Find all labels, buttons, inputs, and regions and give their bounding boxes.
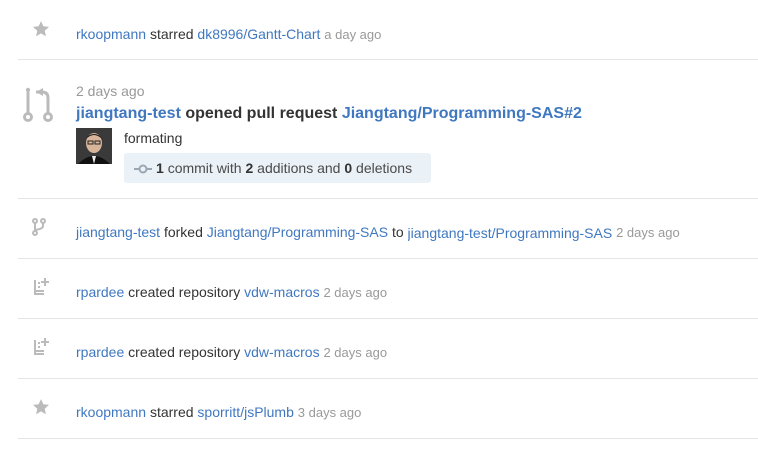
additions-word: additions and	[257, 160, 341, 176]
repo-create-icon	[34, 278, 49, 295]
action-text: created repository	[128, 344, 241, 360]
commit-summary[interactable]: 1 commit with 2 additions and 0 deletion…	[124, 153, 431, 183]
action-text: starred	[149, 404, 194, 420]
commit-count: 1	[156, 160, 164, 176]
star-icon	[33, 21, 49, 37]
feed-item-text: rpardee created repository vdw-macros 2 …	[76, 283, 387, 302]
pull-request-link[interactable]: Jiangtang/Programming-SAS#2	[342, 105, 582, 122]
actor-link[interactable]: rkoopmann	[76, 26, 146, 42]
action-text: created repository	[128, 284, 241, 300]
repo-forked-icon	[32, 218, 46, 236]
star-icon	[33, 399, 49, 415]
actor-link[interactable]: jiangtang-test	[76, 224, 160, 240]
actor-link[interactable]: rkoopmann	[76, 404, 146, 420]
timestamp: 3 days ago	[297, 405, 362, 420]
actor-link[interactable]: rpardee	[76, 284, 124, 300]
actor-link[interactable]: jiangtang-test	[76, 105, 181, 122]
to-text: to	[391, 224, 404, 240]
timestamp: 2 days ago	[616, 225, 680, 240]
git-pull-request-icon	[23, 87, 53, 122]
feed-item-text: rkoopmann starred dk8996/Gantt-Chart a d…	[76, 25, 381, 44]
repo-link[interactable]: vdw-macros	[244, 344, 319, 360]
activity-feed: rkoopmann starred dk8996/Gantt-Chart a d…	[0, 0, 758, 458]
feed-item-create-repo: rpardee created repository vdw-macros 2 …	[18, 259, 758, 319]
timestamp: 2 days ago	[323, 285, 388, 300]
deletions-count: 0	[344, 160, 353, 176]
commit-word: commit with	[167, 160, 242, 176]
actor-link[interactable]: rpardee	[76, 344, 124, 360]
avatar[interactable]	[76, 128, 112, 164]
repo-create-icon	[34, 338, 49, 355]
repo-link[interactable]: sporritt/jsPlumb	[197, 404, 293, 420]
repo-link[interactable]: vdw-macros	[244, 284, 319, 300]
additions-count: 2	[245, 160, 254, 176]
commit-message: formating	[124, 130, 183, 146]
feed-item-text: rpardee created repository vdw-macros 2 …	[76, 343, 387, 362]
repo-link[interactable]: dk8996/Gantt-Chart	[197, 26, 320, 42]
fork-repo-link[interactable]: jiangtang-test/Programming-SAS	[408, 224, 613, 242]
action-text: forked	[163, 224, 203, 240]
feed-item-star: rkoopmann starred sporritt/jsPlumb 3 day…	[18, 379, 758, 439]
feed-item-pull-request: 2 days ago jiangtang-test opened pull re…	[18, 60, 758, 199]
avatar-image	[76, 128, 112, 164]
feed-item-title: jiangtang-test opened pull request Jiang…	[76, 104, 582, 124]
feed-item-text: rkoopmann starred sporritt/jsPlumb 3 day…	[76, 403, 361, 422]
source-repo-link[interactable]: Jiangtang/Programming-SAS	[207, 224, 388, 240]
feed-item-text: jiangtang-test forked Jiangtang/Programm…	[76, 223, 680, 242]
feed-item-fork: jiangtang-test forked Jiangtang/Programm…	[18, 199, 758, 259]
timestamp: a day ago	[324, 27, 382, 42]
feed-item-create-repo: rpardee created repository vdw-macros 2 …	[18, 319, 758, 379]
action-text: starred	[149, 26, 194, 42]
deletions-word: deletions	[356, 160, 413, 176]
git-commit-icon	[134, 164, 152, 174]
timestamp: 2 days ago	[323, 345, 388, 360]
feed-item-star: rkoopmann starred dk8996/Gantt-Chart a d…	[18, 0, 758, 60]
action-text: opened pull request	[185, 105, 338, 122]
timestamp: 2 days ago	[76, 83, 145, 99]
